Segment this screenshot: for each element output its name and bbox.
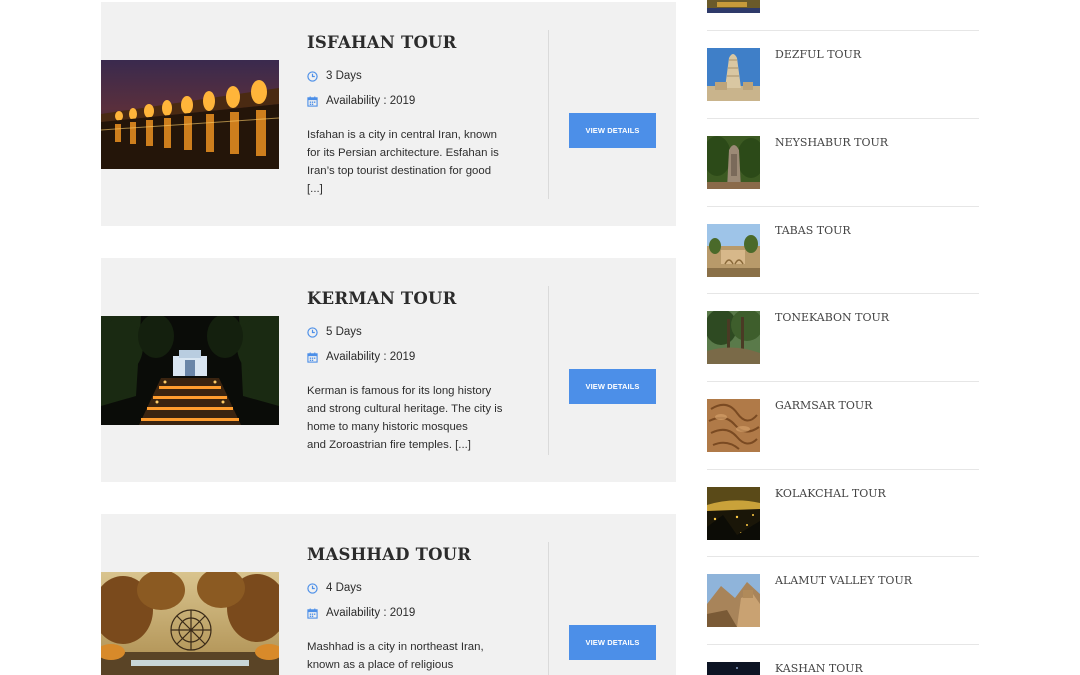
availability-row: Availability : 2019 [307, 607, 415, 619]
sidebar-thumb[interactable] [707, 311, 760, 364]
tour-description: Isfahan is a city in central Iran, known… [307, 126, 532, 198]
sidebar-item-title[interactable]: ALAMUT VALLEY TOUR [775, 574, 912, 587]
duration-row: 4 Days [307, 582, 362, 594]
calendar-icon [307, 607, 318, 619]
sidebar-item-title[interactable]: NEYSHABUR TOUR [775, 136, 888, 149]
tour-body-isfahan: ISFAHAN TOUR 3 Days Availability : 2019 … [307, 2, 532, 226]
sidebar-item-kashan[interactable]: KASHAN TOUR [707, 662, 979, 675]
sidebar-divider [707, 381, 979, 382]
desc-line: Iran’s top tourist destination for good [307, 165, 492, 177]
calendar-icon [307, 95, 318, 107]
availability-row: Availability : 2019 [307, 351, 415, 363]
card-divider [548, 286, 549, 455]
clock-icon [307, 582, 318, 594]
sidebar-divider [707, 118, 979, 119]
sidebar-item-title[interactable]: KOLAKCHAL TOUR [775, 487, 886, 500]
sidebar-divider [707, 30, 979, 31]
desc-line: home to many historic mosques [307, 421, 468, 433]
tour-card-mashhad: MASHHAD TOUR 4 Days Availability : 2019 … [101, 514, 676, 675]
clock-icon [307, 326, 318, 338]
desc-line: Kerman is famous for its long history [307, 385, 492, 397]
sidebar-item-kolakchal[interactable]: KOLAKCHAL TOUR [707, 487, 979, 540]
sidebar-item-dezful[interactable]: DEZFUL TOUR [707, 48, 979, 101]
desc-line: [...] [307, 183, 323, 195]
sidebar-thumb[interactable] [707, 136, 760, 189]
tour-title[interactable]: ISFAHAN TOUR [307, 33, 457, 52]
sidebar-item-alamut-valley[interactable]: ALAMUT VALLEY TOUR [707, 574, 979, 627]
view-details-button[interactable]: VIEW DETAILS [569, 625, 656, 660]
duration-row: 5 Days [307, 326, 362, 338]
tour-title[interactable]: MASHHAD TOUR [307, 545, 471, 564]
clock-icon [307, 70, 318, 82]
tour-image-kerman[interactable] [101, 316, 279, 425]
tour-description: Kerman is famous for its long history an… [307, 382, 532, 454]
desc-line: for its Persian architecture. Esfahan is [307, 147, 499, 159]
sidebar-thumb[interactable] [707, 662, 760, 675]
sidebar-item-title[interactable]: TONEKABON TOUR [775, 311, 889, 324]
sidebar-divider [707, 293, 979, 294]
desc-line: and strong cultural heritage. The city i… [307, 403, 503, 415]
sidebar-thumb[interactable] [707, 487, 760, 540]
card-divider [548, 30, 549, 199]
tour-image-isfahan[interactable] [101, 60, 279, 169]
tour-description: Mashhad is a city in northeast Iran, kno… [307, 638, 532, 674]
tour-card-isfahan: ISFAHAN TOUR 3 Days Availability : 2019 … [101, 2, 676, 226]
sidebar-thumb[interactable] [707, 574, 760, 627]
desc-line: known as a place of religious [307, 659, 454, 671]
duration-text: 5 Days [326, 326, 362, 338]
sidebar-thumb[interactable] [707, 224, 760, 277]
availability-row: Availability : 2019 [307, 95, 415, 107]
sidebar-divider [707, 556, 979, 557]
calendar-icon [307, 351, 318, 363]
sidebar-item-title[interactable]: KASHAN TOUR [775, 662, 863, 675]
tour-card-kerman: KERMAN TOUR 5 Days Availability : 2019 K… [101, 258, 676, 482]
sidebar-item-garmsar[interactable]: GARMSAR TOUR [707, 399, 979, 452]
sidebar-thumb-partial[interactable] [707, 0, 760, 13]
card-divider [548, 542, 549, 675]
availability-text: Availability : 2019 [326, 351, 416, 363]
sidebar-item-tabas[interactable]: TABAS TOUR [707, 224, 979, 277]
view-details-button[interactable]: VIEW DETAILS [569, 113, 656, 148]
sidebar-thumb[interactable] [707, 48, 760, 101]
sidebar-item-neyshabur[interactable]: NEYSHABUR TOUR [707, 136, 979, 189]
sidebar-item-title[interactable]: GARMSAR TOUR [775, 399, 872, 412]
availability-text: Availability : 2019 [326, 95, 416, 107]
tour-body-kerman: KERMAN TOUR 5 Days Availability : 2019 K… [307, 258, 532, 482]
availability-text: Availability : 2019 [326, 607, 416, 619]
duration-text: 4 Days [326, 582, 362, 594]
duration-text: 3 Days [326, 70, 362, 82]
sidebar-item-title[interactable]: TABAS TOUR [775, 224, 851, 237]
tour-title[interactable]: KERMAN TOUR [307, 289, 456, 308]
desc-line: Mashhad is a city in northeast Iran, [307, 641, 484, 653]
desc-line: and Zoroastrian fire temples. [...] [307, 439, 471, 451]
tour-body-mashhad: MASHHAD TOUR 4 Days Availability : 2019 … [307, 514, 532, 675]
duration-row: 3 Days [307, 70, 362, 82]
view-details-button[interactable]: VIEW DETAILS [569, 369, 656, 404]
sidebar-divider [707, 469, 979, 470]
sidebar-divider [707, 206, 979, 207]
sidebar-item-tonekabon[interactable]: TONEKABON TOUR [707, 311, 979, 364]
sidebar-divider [707, 644, 979, 645]
sidebar-thumb[interactable] [707, 399, 760, 452]
desc-line: Isfahan is a city in central Iran, known [307, 129, 497, 141]
sidebar-item-title[interactable]: DEZFUL TOUR [775, 48, 861, 61]
tour-image-mashhad[interactable] [101, 572, 279, 675]
